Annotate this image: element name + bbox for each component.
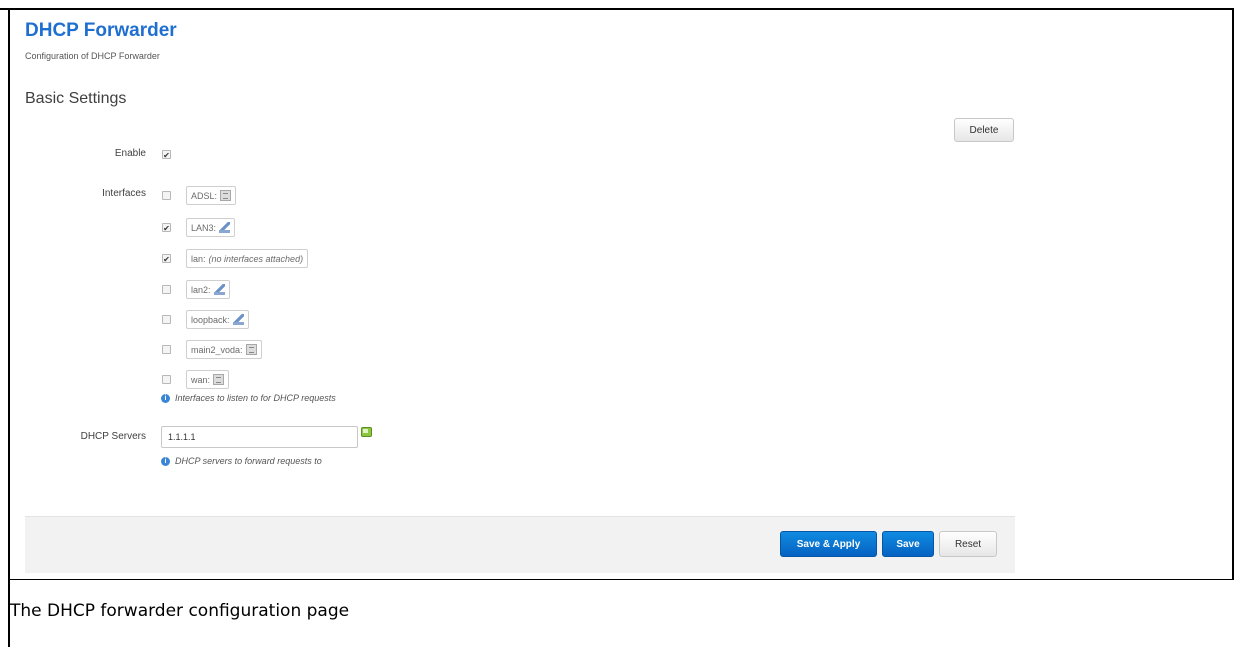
interface-tag-lan: lan: (no interfaces attached) [186, 249, 309, 268]
interface-checkbox-lan[interactable] [162, 254, 171, 263]
interface-checkbox-lan3[interactable] [162, 223, 171, 232]
interface-checkbox-loopback[interactable] [162, 315, 171, 324]
frame-separator [8, 579, 1234, 580]
info-icon: i [161, 393, 170, 403]
interface-name: wan: [191, 374, 211, 385]
wireless-icon [219, 222, 231, 233]
interface-name: main2_voda: [191, 344, 243, 355]
interfaces-help: i Interfaces to listen to for DHCP reque… [161, 393, 336, 403]
interface-tag-main2-voda: main2_voda: [186, 340, 262, 359]
frame-top-border [0, 8, 1234, 10]
section-title: Basic Settings [25, 90, 127, 107]
wireless-icon [232, 314, 244, 325]
add-entry-icon[interactable] [361, 427, 372, 437]
dhcp-servers-label: DHCP Servers [80, 431, 146, 442]
interface-name: loopback: [191, 314, 230, 325]
dhcp-servers-input[interactable] [161, 426, 358, 448]
enable-checkbox[interactable] [162, 150, 171, 159]
interface-tag-loopback: loopback: [186, 310, 249, 329]
ethernet-icon [213, 374, 225, 385]
dhcp-servers-help: i DHCP servers to forward requests to [161, 456, 322, 466]
interface-checkbox-wan[interactable] [162, 375, 171, 384]
figure-caption: The DHCP forwarder configuration page [10, 601, 350, 621]
interface-name: ADSL: [191, 190, 218, 201]
interface-note: (no interfaces attached) [208, 253, 304, 264]
reset-button[interactable]: Reset [939, 531, 997, 557]
enable-label: Enable [114, 148, 146, 159]
info-icon: i [161, 456, 170, 466]
interface-tag-lan2: lan2: [186, 280, 230, 299]
interfaces-help-text: Interfaces to listen to for DHCP request… [175, 393, 336, 403]
interface-checkbox-lan2[interactable] [162, 285, 171, 294]
ethernet-icon [220, 190, 232, 201]
interface-tag-wan: wan: [186, 370, 230, 389]
dhcp-servers-help-text: DHCP servers to forward requests to [175, 456, 322, 466]
page-subtitle: Configuration of DHCP Forwarder [25, 51, 160, 61]
interfaces-label: Interfaces [102, 188, 146, 199]
interface-checkbox-main2-voda[interactable] [162, 345, 171, 354]
interface-checkbox-adsl[interactable] [162, 191, 171, 200]
interface-name: LAN3: [191, 222, 217, 233]
save-apply-button[interactable]: Save & Apply [780, 531, 877, 557]
frame-left-border [8, 8, 10, 647]
interface-tag-adsl: ADSL: [186, 186, 237, 205]
wireless-icon [213, 284, 225, 295]
ethernet-icon [245, 344, 257, 355]
interface-name: lan: [191, 253, 206, 264]
page-title: DHCP Forwarder [25, 20, 177, 41]
interface-tag-lan3: LAN3: [186, 218, 236, 237]
interface-name: lan2: [191, 284, 211, 295]
delete-button[interactable]: Delete [954, 118, 1014, 142]
save-button[interactable]: Save [882, 531, 934, 557]
